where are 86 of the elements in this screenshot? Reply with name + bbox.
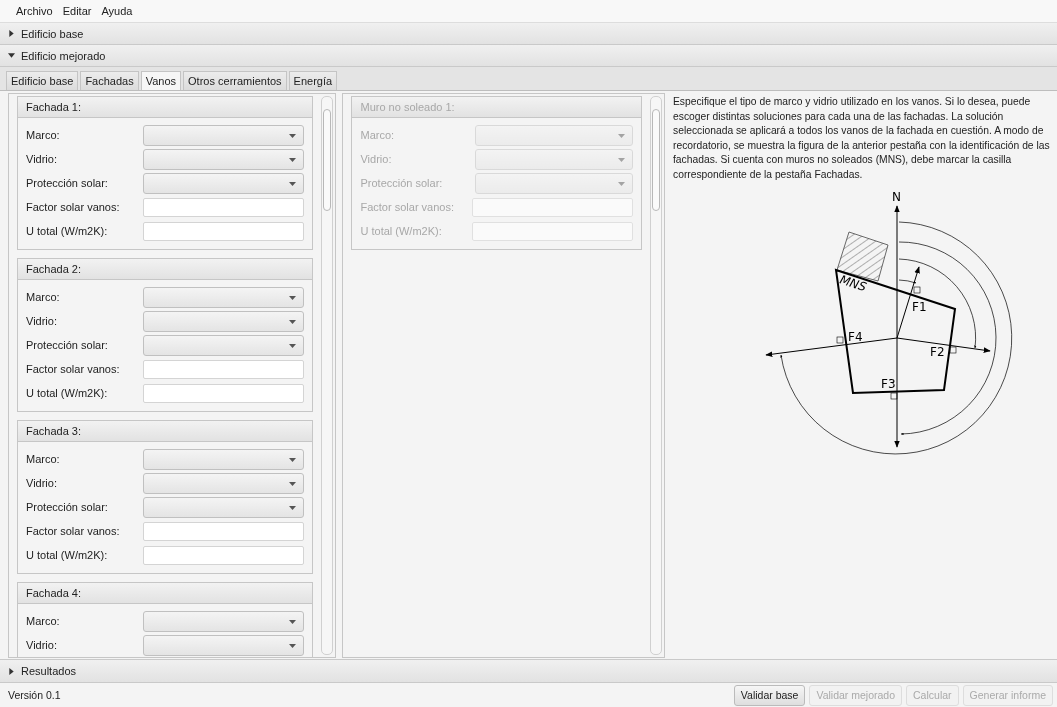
facade-label: F4 — [848, 330, 863, 344]
dropdown[interactable] — [142, 472, 305, 494]
field-label: Marco: — [360, 129, 396, 141]
caret-icon — [289, 457, 297, 462]
field-label: Vidrio: — [360, 153, 393, 165]
caret-icon — [8, 667, 15, 675]
caret-icon — [618, 181, 625, 186]
accordion-header[interactable]: Resultados — [0, 659, 1057, 683]
field-label: Vidrio: — [26, 639, 58, 651]
field-label: Protección solar: — [26, 339, 109, 351]
caret-icon — [618, 133, 625, 138]
field-label: Marco: — [26, 615, 61, 627]
dropdown[interactable] — [142, 448, 305, 470]
field-label: U total (W/m2K): — [26, 387, 109, 399]
field-label: Factor solar vanos: — [26, 201, 121, 213]
caret-icon — [289, 343, 297, 348]
field-label: U total (W/m2K): — [26, 549, 109, 561]
caret-icon — [8, 52, 15, 59]
field-label: Protección solar: — [26, 177, 109, 189]
facade-label: F2 — [930, 345, 945, 359]
caret-icon — [289, 643, 297, 648]
field-label: U total (W/m2K): — [26, 225, 109, 237]
menu-item[interactable]: Editar — [58, 3, 96, 19]
dropdown[interactable] — [142, 310, 305, 332]
input-field[interactable] — [143, 359, 305, 379]
menu-item[interactable]: Ayuda — [97, 3, 137, 19]
field-label: Factor solar vanos: — [360, 201, 455, 213]
caret-icon — [8, 30, 15, 37]
caret-icon — [289, 133, 297, 138]
tab[interactable]: Fachadas — [80, 71, 139, 90]
accordion-header[interactable]: Edificio mejorado — [0, 45, 1057, 67]
caret-icon — [289, 295, 297, 300]
field-label: Vidrio: — [26, 477, 58, 489]
dropdown[interactable] — [142, 172, 305, 194]
action-button[interactable]: Validar base — [733, 684, 806, 706]
menu-item[interactable]: Archivo — [12, 3, 57, 19]
card-title: Fachada 2: — [18, 259, 313, 280]
facade-label: F1 — [912, 300, 927, 314]
dropdown[interactable] — [142, 286, 305, 308]
caret-icon — [618, 157, 625, 162]
scrollbar[interactable] — [321, 96, 334, 655]
caret-icon — [289, 505, 297, 510]
input-field[interactable] — [143, 197, 305, 217]
dropdown[interactable] — [142, 496, 305, 518]
caret-icon — [289, 619, 297, 624]
version-label: Versión 0.1 — [8, 689, 61, 701]
input-field[interactable] — [143, 521, 305, 541]
field-label: Factor solar vanos: — [26, 363, 121, 375]
dropdown[interactable] — [142, 634, 305, 656]
card-title: Muro no soleado 1: — [352, 97, 641, 118]
accordion-title: Resultados — [21, 665, 77, 677]
field-label: Marco: — [26, 129, 61, 141]
tab[interactable]: Edificio base — [6, 71, 79, 90]
dropdown[interactable] — [142, 334, 305, 356]
wall-label: MNS — [838, 272, 869, 295]
card-title: Fachada 3: — [18, 421, 313, 442]
field-label: Protección solar: — [360, 177, 444, 189]
facade-label: F3 — [881, 377, 896, 391]
field-label: Marco: — [26, 453, 61, 465]
caret-icon — [289, 481, 297, 486]
field-label: Marco: — [26, 291, 61, 303]
field-label: Factor solar vanos: — [26, 525, 121, 537]
field-label: Protección solar: — [26, 501, 109, 513]
input-field[interactable] — [143, 221, 305, 241]
caret-icon — [289, 181, 297, 186]
dropdown[interactable] — [142, 124, 305, 146]
accordion-header[interactable]: Edificio base — [0, 23, 1057, 45]
field-label: Vidrio: — [26, 315, 58, 327]
field-label: Vidrio: — [26, 153, 58, 165]
accordion-title: Edificio base — [21, 27, 84, 40]
dropdown[interactable] — [142, 610, 305, 632]
description-text: Especifique el tipo de marco y vidrio utilizado en los vanos. Si lo desea, puede escoger distintas soluciones para cada una de las fachadas. La solución seleccionada se aplicará a todos los vanos de la fachada en cuestión. A modo de recordatorio, se muestra la figura de la anterior pestaña con la identificación de las fachadas. Si cuenta con muros no soleados (MNS), debe marcar la casilla correspondiente de la pestaña Fachadas. — [673, 95, 1051, 182]
scrollbar[interactable] — [650, 96, 662, 655]
field-label: U total (W/m2K): — [360, 225, 443, 237]
caret-icon — [289, 157, 297, 162]
input-field[interactable] — [143, 545, 305, 565]
accordion-title: Edificio mejorado — [21, 49, 106, 62]
tab[interactable]: Otros cerramientos — [183, 71, 287, 90]
card-title: Fachada 1: — [18, 97, 313, 118]
tab[interactable]: Vanos — [140, 71, 182, 90]
card-title: Fachada 4: — [18, 583, 313, 604]
north-label: N — [892, 190, 901, 204]
tab[interactable]: Energía — [288, 71, 338, 90]
input-field[interactable] — [143, 383, 305, 403]
dropdown[interactable] — [142, 148, 305, 170]
caret-icon — [289, 319, 297, 324]
